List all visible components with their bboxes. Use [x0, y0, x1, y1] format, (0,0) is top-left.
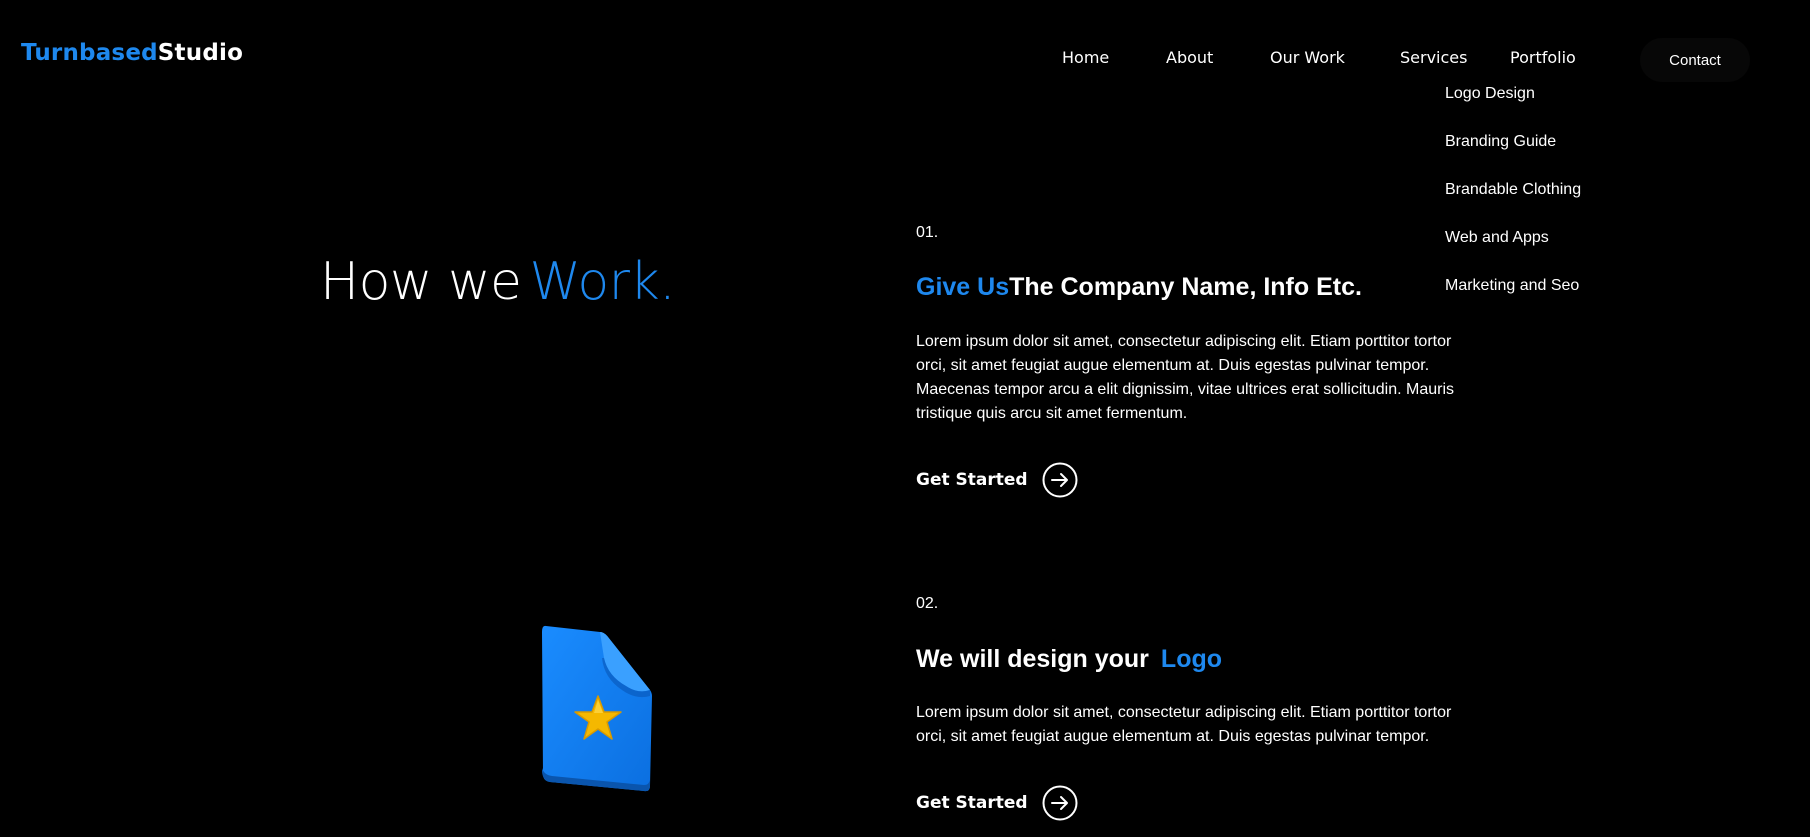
document-star-icon: [542, 625, 652, 792]
step-heading: Give UsThe Company Name, Info Etc.: [916, 273, 1362, 302]
step-description: Lorem ipsum dolor sit amet, consectetur …: [916, 704, 1452, 745]
step-heading: We will design your Logo: [916, 645, 1222, 674]
step-number: 02.: [916, 595, 939, 612]
dropdown-item-brandable-clothing[interactable]: Brandable Clothing: [1445, 181, 1581, 199]
step-heading-blue: Logo: [1160, 645, 1223, 673]
get-started-label: Get Started: [916, 793, 1028, 813]
section-title-blue: Work.: [529, 252, 676, 312]
step-number: 01.: [916, 224, 939, 241]
get-started-button[interactable]: Get Started: [916, 462, 1078, 498]
dropdown-item-branding-guide[interactable]: Branding Guide: [1445, 133, 1556, 151]
get-started-label: Get Started: [916, 470, 1028, 490]
nav-home[interactable]: Home: [1062, 48, 1109, 67]
section-title-white: How we: [320, 252, 522, 312]
step-heading-white: We will design your: [916, 645, 1149, 673]
section-title: How we Work.: [320, 252, 676, 312]
dropdown-item-logo-design[interactable]: Logo Design: [1445, 85, 1535, 103]
dropdown-item-web-and-apps[interactable]: Web and Apps: [1445, 229, 1549, 247]
logo-part-blue: Turnbased: [21, 40, 158, 66]
step-description: Lorem ipsum dolor sit amet, consectetur …: [916, 333, 1454, 422]
step-heading-white: The Company Name, Info Etc.: [1009, 273, 1362, 301]
contact-button[interactable]: Contact: [1640, 38, 1750, 82]
get-started-button[interactable]: Get Started: [916, 785, 1078, 821]
step-heading-blue: Give Us: [916, 273, 1010, 301]
nav-services[interactable]: Services: [1400, 48, 1467, 67]
nav-our-work[interactable]: Our Work: [1270, 48, 1345, 67]
brand-logo[interactable]: TurnbasedStudio: [21, 40, 243, 66]
nav-portfolio[interactable]: Portfolio: [1510, 48, 1576, 67]
arrow-right-circle-icon: [1042, 462, 1078, 498]
arrow-right-circle-icon: [1042, 785, 1078, 821]
nav-about[interactable]: About: [1166, 48, 1213, 67]
dropdown-item-marketing-and-seo[interactable]: Marketing and Seo: [1445, 277, 1579, 295]
logo-part-white: Studio: [157, 40, 244, 66]
